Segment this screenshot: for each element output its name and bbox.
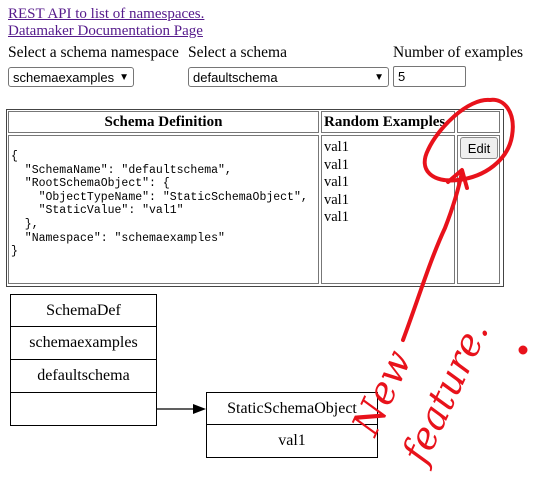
annotation-arrow <box>401 170 464 342</box>
annotation-circle <box>422 97 515 183</box>
annotation-overlay: New feature. <box>343 97 528 473</box>
annotation-text-feature: feature. <box>392 314 497 473</box>
annotation-dot <box>518 345 528 355</box>
